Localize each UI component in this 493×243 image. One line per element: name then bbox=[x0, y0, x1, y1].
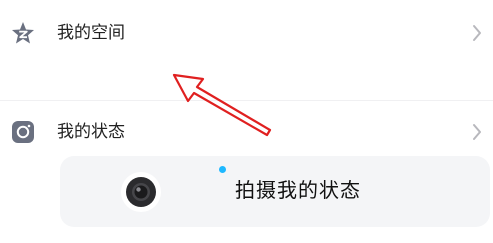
camera-icon bbox=[126, 177, 156, 207]
menu-item-label: 我的状态 bbox=[57, 121, 125, 142]
section-divider bbox=[0, 100, 493, 101]
menu-item-my-space[interactable]: 我的空间 bbox=[0, 3, 493, 63]
camera-button[interactable] bbox=[121, 172, 161, 212]
new-indicator-dot bbox=[219, 166, 226, 173]
chevron-right-icon bbox=[473, 124, 481, 140]
qzone-star-icon bbox=[12, 22, 34, 44]
capture-status-label: 拍摄我的状态 bbox=[235, 178, 361, 202]
camera-lens-icon bbox=[12, 121, 34, 143]
chevron-right-icon bbox=[473, 25, 481, 41]
menu-item-my-status[interactable]: 我的状态 bbox=[0, 102, 493, 162]
menu-item-label: 我的空间 bbox=[57, 22, 125, 43]
